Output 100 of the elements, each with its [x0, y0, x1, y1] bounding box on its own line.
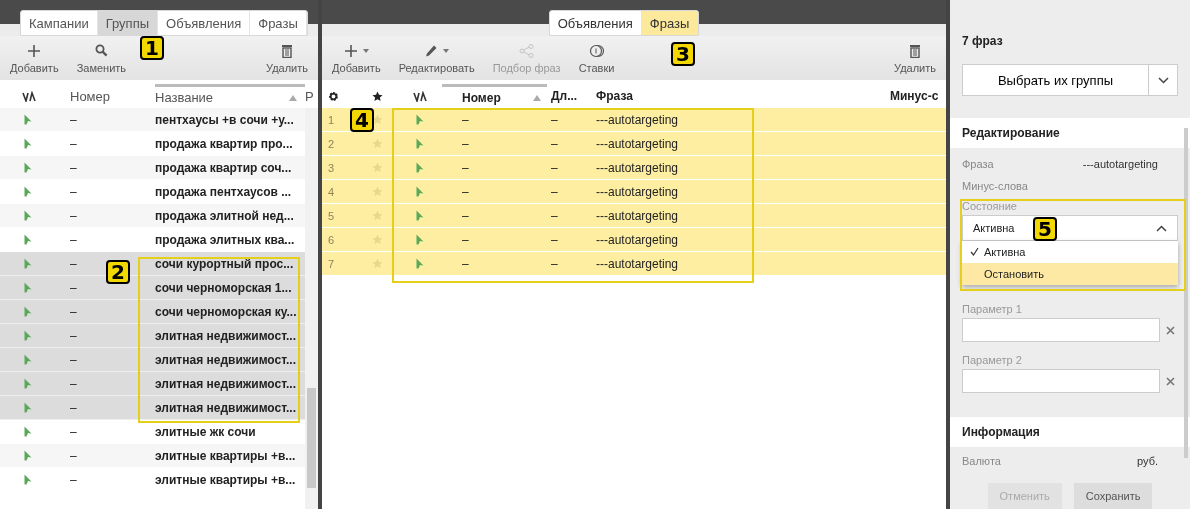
trash-icon [281, 43, 293, 58]
table-row[interactable]: – элитная недвижимост... [0, 396, 305, 420]
caret-up-icon [1156, 224, 1167, 232]
status-flag-icon [24, 234, 32, 245]
row-number: 3 [328, 161, 335, 174]
settings-icon[interactable] [328, 90, 339, 102]
table-cell: – [70, 448, 77, 463]
status-flag-icon [24, 378, 32, 389]
table-cell: ---autotargeting [596, 136, 679, 151]
table-cell: сочи черноморская 1... [155, 280, 292, 295]
status-flag-icon [24, 450, 32, 461]
tab[interactable]: Объявления [158, 11, 251, 35]
delete-button[interactable]: Удалить [262, 42, 312, 74]
tab[interactable]: Фразы [641, 11, 699, 35]
status-flag-icon [24, 186, 32, 197]
table-row[interactable]: – элитные квартиры +в... [0, 444, 305, 468]
table-cell: – [70, 136, 77, 151]
clear-icon[interactable] [1166, 376, 1175, 386]
selection-count: 7 фраз [962, 34, 1004, 48]
plus-icon [343, 43, 358, 58]
status-flag-icon [24, 330, 32, 341]
toolbar-button[interactable]: Редактировать [394, 42, 479, 74]
table-cell: – [70, 304, 77, 319]
field-label: Состояние [962, 200, 1018, 212]
table-row[interactable]: – элитная недвижимост... [0, 348, 305, 372]
input-field[interactable] [962, 318, 1160, 342]
table-row[interactable]: – элитная недвижимост... [0, 324, 305, 348]
status-flag-icon [24, 138, 32, 149]
save-button[interactable]: Сохранить [1073, 483, 1153, 509]
table-row[interactable]: – пентхаусы +в сочи +у... [0, 108, 305, 132]
table-cell: – [551, 208, 558, 223]
table-cell: – [551, 136, 558, 151]
table-row[interactable]: 5 – – ---autotargeting [322, 204, 946, 228]
star-icon[interactable] [371, 90, 383, 102]
column-header[interactable]: Дл... [551, 89, 578, 103]
status-flag-icon [24, 282, 32, 293]
search-icon [94, 44, 108, 57]
status-flag-icon [24, 474, 32, 485]
table-row[interactable]: – продажа квартир соч... [0, 156, 305, 180]
table-row[interactable]: 7 – – ---autotargeting [322, 252, 946, 276]
row-number: 5 [328, 209, 335, 222]
favorite-star-icon[interactable] [371, 114, 383, 125]
column-header[interactable]: Минус-с [890, 89, 939, 103]
table-cell: – [70, 232, 77, 247]
toolbar-button[interactable]: Добавить [328, 42, 385, 74]
table-row[interactable]: – продажа элитной нед... [0, 204, 305, 228]
column-header[interactable]: Р [305, 88, 314, 104]
tab[interactable]: Объявления [549, 11, 642, 35]
column-header[interactable]: Название [155, 90, 214, 105]
scrollbar[interactable] [1184, 128, 1188, 458]
table-row[interactable]: 2 – – ---autotargeting [322, 132, 946, 156]
table-cell: – [462, 256, 469, 271]
field-label: Параметр 1 [962, 303, 1023, 315]
sort-asc-icon [289, 94, 297, 101]
clear-icon[interactable] [1166, 325, 1175, 335]
table-cell: ---autotargeting [596, 184, 679, 199]
table-row[interactable]: 3 – – ---autotargeting [322, 156, 946, 180]
table-cell: продажа пентхаусов ... [155, 184, 292, 199]
pencil-icon [424, 43, 439, 58]
toolbar-button[interactable]: Добавить [6, 42, 63, 74]
tab[interactable]: Группы [97, 11, 159, 35]
share-icon [518, 43, 535, 58]
row-number: 2 [328, 137, 335, 150]
column-header[interactable]: Номер [70, 88, 110, 104]
columns-arrows-icon [22, 90, 36, 102]
table-row[interactable]: – сочи черноморская ку... [0, 300, 305, 324]
toolbar-button[interactable]: Заменить [72, 42, 131, 74]
table-cell: – [70, 400, 77, 415]
status-flag-icon [24, 114, 32, 125]
status-flag-icon [415, 234, 424, 245]
caret-down-icon [1157, 76, 1169, 84]
table-cell: элитные жк сочи [155, 424, 256, 439]
toolbar-button[interactable]: Ставки [574, 42, 619, 74]
table-row[interactable]: – элитные квартиры +в... [0, 468, 305, 492]
table-row[interactable]: – элитная недвижимост... [0, 372, 305, 396]
table-cell: – [551, 232, 558, 247]
column-header[interactable]: Фраза [596, 89, 633, 103]
column-header[interactable]: Номер [462, 90, 501, 105]
field-value: руб. [1137, 455, 1158, 467]
tab[interactable]: Кампании [21, 11, 98, 35]
callout-number: 2 [106, 260, 130, 284]
table-cell: – [551, 160, 558, 175]
dropdown-option[interactable]: Остановить [962, 263, 1178, 285]
scrollbar[interactable] [305, 108, 318, 509]
table-cell: – [462, 184, 469, 199]
table-cell: элитная недвижимост... [155, 352, 297, 367]
section-heading: Редактирование [950, 118, 1190, 148]
input-field[interactable] [962, 369, 1160, 393]
delete-button[interactable]: Удалить [890, 42, 940, 74]
table-cell: ---autotargeting [596, 256, 679, 271]
callout-number: 3 [671, 42, 695, 66]
table-cell: – [70, 472, 77, 487]
tab[interactable]: Фразы [250, 11, 307, 35]
table-row[interactable]: 4 – – ---autotargeting [322, 180, 946, 204]
table-cell: – [551, 256, 558, 271]
columns-arrows-icon [412, 90, 427, 102]
dropdown-option[interactable]: Активна [962, 241, 1178, 263]
dropdown-arrow-icon [443, 48, 450, 53]
trash-icon [909, 43, 921, 58]
table-row[interactable]: 6 – – ---autotargeting [322, 228, 946, 252]
